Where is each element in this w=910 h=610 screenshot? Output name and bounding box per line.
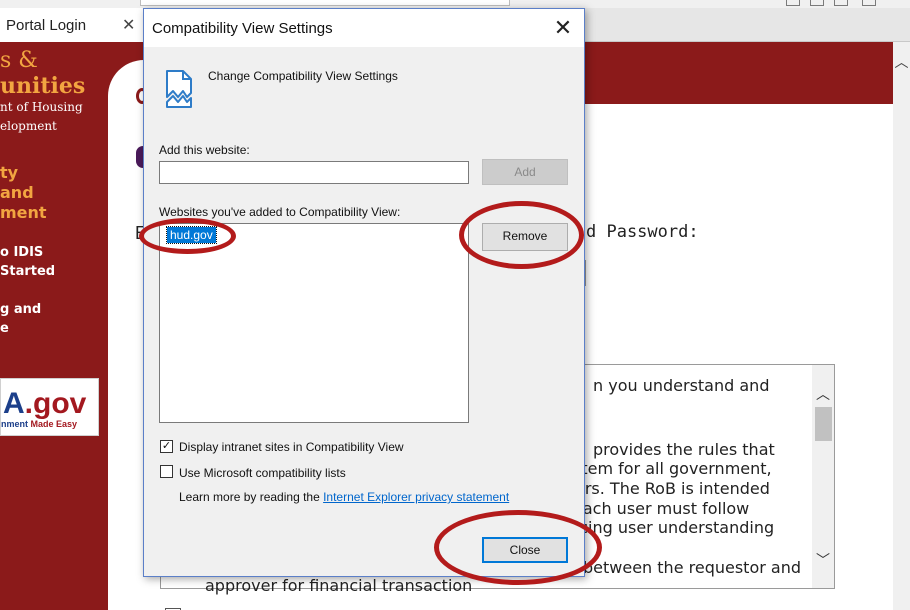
- broken-page-icon: [166, 70, 192, 108]
- rob-text-line: n you understand and: [593, 376, 770, 395]
- compatibility-view-dialog: Compatibility View Settings ✕ Change Com…: [143, 8, 585, 577]
- close-icon[interactable]: ✕: [542, 13, 584, 43]
- usa-gov-logo[interactable]: A.gov nment Made Easy: [0, 378, 99, 436]
- add-button[interactable]: Add: [482, 159, 568, 185]
- usa-gov-tagline: nment Made Easy: [1, 419, 78, 429]
- tools-icon[interactable]: [834, 0, 848, 6]
- scroll-up-icon[interactable]: ︿: [893, 52, 910, 72]
- annotation-ellipse: [459, 201, 584, 269]
- rob-text-line: between the requestor and: [583, 558, 801, 577]
- logo-text-line1: s &: [0, 48, 38, 73]
- privacy-statement-link[interactable]: Internet Explorer privacy statement: [323, 490, 509, 504]
- add-website-label: Add this website:: [159, 143, 250, 157]
- rob-text-line: rcing user understanding: [573, 518, 775, 537]
- scroll-up-icon[interactable]: ︿: [812, 385, 834, 403]
- ms-lists-checkbox-label[interactable]: Use Microsoft compatibility lists: [179, 466, 346, 480]
- rob-text-line: ers. The RoB is intended: [575, 479, 770, 498]
- website-list-label: Websites you've added to Compatibility V…: [159, 205, 401, 219]
- usa-gov-logo-text: A.gov: [3, 387, 87, 420]
- rob-text-line: each user must follow: [573, 499, 750, 518]
- home-icon[interactable]: [786, 0, 800, 6]
- sidebar-link-training[interactable]: g and e: [0, 300, 41, 338]
- dialog-header-text: Change Compatibility View Settings: [208, 69, 398, 83]
- dialog-title: Compatibility View Settings: [152, 20, 333, 37]
- tab-title: Portal Login: [6, 17, 87, 34]
- logo-subtitle-2: elopment: [0, 119, 57, 133]
- toolbar-icons: [780, 0, 910, 8]
- logo-subtitle-1: nt of Housing: [0, 100, 83, 114]
- address-bar[interactable]: [140, 0, 510, 6]
- browser-tab[interactable]: Portal Login ✕: [0, 8, 145, 42]
- intranet-checkbox[interactable]: ✓: [160, 440, 173, 453]
- dialog-title-bar: Compatibility View Settings ✕: [144, 9, 584, 47]
- sidebar-link-idis[interactable]: o IDIS Started: [0, 243, 55, 281]
- logo-text-line2: unities: [0, 73, 86, 99]
- favorites-icon[interactable]: [810, 0, 824, 6]
- sidebar: s & unities nt of Housing elopment ty an…: [0, 42, 108, 610]
- rob-scrollbar[interactable]: ︿ ﹀: [812, 365, 834, 588]
- add-website-input[interactable]: [159, 161, 469, 184]
- smiley-icon[interactable]: [862, 0, 876, 6]
- sidebar-heading: ty and ment: [0, 163, 47, 222]
- rob-text-line: provides the rules that: [593, 440, 775, 459]
- learn-more-text: Learn more by reading the Internet Explo…: [179, 490, 510, 504]
- ms-lists-checkbox[interactable]: [160, 465, 173, 478]
- password-label: d Password:: [586, 222, 699, 242]
- page-scrollbar[interactable]: ︿: [893, 42, 910, 610]
- website-list[interactable]: hud.gov: [159, 223, 469, 423]
- annotation-ellipse: [139, 218, 236, 254]
- annotation-ellipse: [434, 510, 602, 585]
- scrollbar-thumb[interactable]: [815, 407, 832, 441]
- scroll-down-icon[interactable]: ﹀: [812, 551, 834, 569]
- close-icon[interactable]: ✕: [122, 15, 135, 35]
- rob-text-line: stem for all government,: [573, 459, 772, 478]
- intranet-checkbox-label[interactable]: Display intranet sites in Compatibility …: [179, 440, 404, 454]
- rob-text-below: approver for financial transaction: [205, 576, 473, 595]
